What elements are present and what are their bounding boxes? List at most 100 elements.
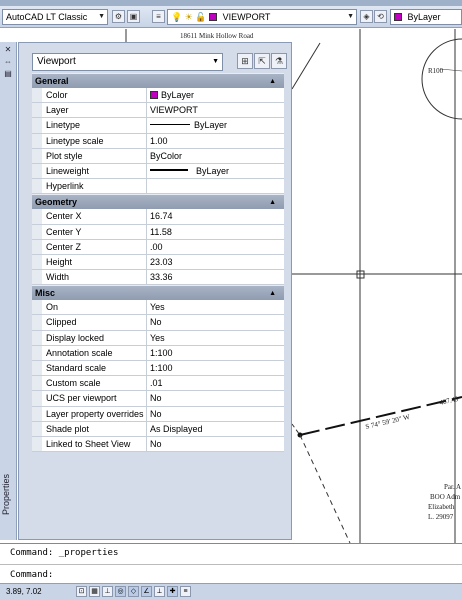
property-value[interactable]: No (147, 437, 284, 451)
property-name: Lineweight (32, 163, 147, 179)
workspace-dropdown[interactable]: AutoCAD LT Classic ▼ (2, 9, 108, 25)
previous-layer-icon[interactable]: ⟲ (374, 10, 387, 23)
main-toolbar: AutoCAD LT Classic ▼ ⚙ ▣ ≡ 💡 ☀ 🔓 VIEWPOR… (0, 6, 462, 28)
property-row-hyperlink[interactable]: Hyperlink (32, 179, 284, 195)
property-value[interactable]: No (147, 391, 284, 405)
property-row-color[interactable]: Color ByLayer (32, 88, 284, 104)
command-line[interactable]: Command: _properties Command: (0, 543, 462, 583)
property-row-center-z[interactable]: Center Z .00 (32, 239, 284, 255)
property-row-width[interactable]: Width 33.36 (32, 270, 284, 286)
collapse-icon[interactable]: ▲ (269, 74, 276, 89)
category-geometry[interactable]: Geometry ▲ (32, 194, 284, 210)
property-value[interactable]: 1:100 (147, 361, 284, 375)
property-row-custom-scale[interactable]: Custom scale .01 (32, 376, 284, 392)
property-value[interactable]: Yes (147, 331, 284, 345)
property-value[interactable]: .00 (147, 240, 284, 254)
properties-palette: Viewport ▼ ⊞ ⇱ ⚗ General ▲ Color ByLayer… (18, 42, 292, 540)
property-row-standard-scale[interactable]: Standard scale 1:100 (32, 361, 284, 377)
make-current-layer-icon[interactable]: ◈ (360, 10, 373, 23)
property-row-layer[interactable]: Layer VIEWPORT (32, 103, 284, 119)
object-type-value: Viewport (37, 56, 76, 67)
property-value[interactable]: ByLayer (147, 88, 284, 102)
property-row-shade-plot[interactable]: Shade plot As Displayed (32, 421, 284, 437)
property-value[interactable]: .01 (147, 376, 284, 390)
property-name: Layer property overrides (32, 406, 147, 421)
collapse-icon[interactable]: ▲ (269, 286, 276, 301)
property-row-clipped[interactable]: Clipped No (32, 315, 284, 331)
close-icon[interactable]: ✕ (3, 46, 13, 54)
dynamic-ucs-icon[interactable]: ⟂ (154, 586, 165, 597)
layer-dropdown[interactable]: 💡 ☀ 🔓 VIEWPORT ▼ (167, 9, 357, 25)
property-value[interactable]: 16.74 (147, 209, 284, 223)
property-row-linetype[interactable]: Linetype ByLayer (32, 118, 284, 134)
color-dropdown[interactable]: ByLayer (390, 9, 462, 25)
color-value: ByLayer (407, 12, 441, 22)
property-value[interactable]: 33.36 (147, 270, 284, 284)
property-value[interactable]: No (147, 315, 284, 329)
category-title: General (35, 76, 69, 86)
property-value[interactable]: 1:100 (147, 346, 284, 360)
property-row-lineweight[interactable]: Lineweight ByLayer (32, 163, 284, 180)
object-type-dropdown[interactable]: Viewport ▼ (32, 53, 223, 71)
property-row-height[interactable]: Height 23.03 (32, 254, 284, 271)
property-value[interactable]: 23.03 (147, 255, 284, 269)
layer-color-swatch (209, 13, 218, 21)
property-value[interactable]: ByLayer (147, 164, 284, 178)
toggle-pickadd-icon[interactable]: ⊞ (237, 53, 253, 69)
quick-select-icon[interactable]: ⚗ (271, 53, 287, 69)
command-prompt[interactable]: Command: (10, 570, 53, 580)
snap-mode-icon[interactable]: ⊡ (76, 586, 87, 597)
property-row-plot-style[interactable]: Plot style ByColor (32, 148, 284, 164)
property-name: Center X (32, 209, 147, 224)
gear-icon[interactable]: ⚙ (112, 10, 125, 23)
dynamic-input-icon[interactable]: ✚ (167, 586, 178, 597)
category-title: Misc (35, 288, 56, 299)
grid-display-icon[interactable]: ▦ (89, 586, 100, 597)
object-snap-tracking-icon[interactable]: ∠ (141, 586, 152, 597)
collapse-icon[interactable]: ▲ (269, 195, 276, 210)
property-row-center-x[interactable]: Center X 16.74 (32, 209, 284, 225)
property-value[interactable]: Yes (147, 300, 284, 314)
chevron-down-icon: ▼ (98, 13, 105, 20)
property-name: Custom scale (32, 376, 147, 391)
polar-tracking-icon[interactable]: ◎ (115, 586, 126, 597)
property-name: Annotation scale (32, 345, 147, 360)
property-name: Shade plot (32, 421, 147, 436)
autohide-icon[interactable]: ⇔ (3, 58, 13, 66)
workspace-settings-icon[interactable]: ▣ (127, 10, 140, 23)
menu-icon[interactable]: ▤ (3, 70, 13, 78)
category-title: Geometry (35, 197, 78, 208)
category-misc[interactable]: Misc ▲ (32, 285, 284, 301)
palette-title-strip[interactable]: ✕ ⇔ ▤ Properties (0, 42, 17, 540)
property-row-ucs-per-viewport[interactable]: UCS per viewport No (32, 391, 284, 407)
property-value[interactable]: No (147, 407, 284, 421)
property-row-layer-property-overrides[interactable]: Layer property overrides No (32, 406, 284, 422)
linetype-sample (150, 124, 190, 126)
property-row-linked-to-sheet-view[interactable]: Linked to Sheet View No (32, 436, 284, 453)
command-separator (0, 564, 462, 565)
property-name: Standard scale (32, 361, 147, 376)
property-row-on[interactable]: On Yes (32, 300, 284, 316)
property-name: Clipped (32, 315, 147, 330)
property-row-annotation-scale[interactable]: Annotation scale 1:100 (32, 345, 284, 361)
property-row-display-locked[interactable]: Display locked Yes (32, 330, 284, 346)
workspace-value: AutoCAD LT Classic (6, 12, 88, 22)
property-row-center-y[interactable]: Center Y 11.58 (32, 224, 284, 240)
lineweight-icon[interactable]: ≡ (180, 586, 191, 597)
property-value[interactable]: As Displayed (147, 422, 284, 436)
property-name: Hyperlink (32, 179, 147, 194)
property-name: Linetype (32, 118, 147, 133)
property-value[interactable] (147, 179, 284, 193)
property-value[interactable]: ByColor (147, 149, 284, 163)
property-row-linetype-scale[interactable]: Linetype scale 1.00 (32, 133, 284, 149)
chevron-down-icon: ▼ (212, 58, 219, 65)
property-value[interactable]: 1.00 (147, 134, 284, 148)
property-value[interactable]: ByLayer (147, 118, 284, 132)
property-value[interactable]: VIEWPORT (147, 103, 284, 117)
object-snap-icon[interactable]: ◇ (128, 586, 139, 597)
category-general[interactable]: General ▲ (32, 73, 284, 88)
ortho-mode-icon[interactable]: ⊥ (102, 586, 113, 597)
select-objects-icon[interactable]: ⇱ (254, 53, 270, 69)
property-value[interactable]: 11.58 (147, 225, 284, 239)
layer-properties-icon[interactable]: ≡ (152, 10, 165, 23)
